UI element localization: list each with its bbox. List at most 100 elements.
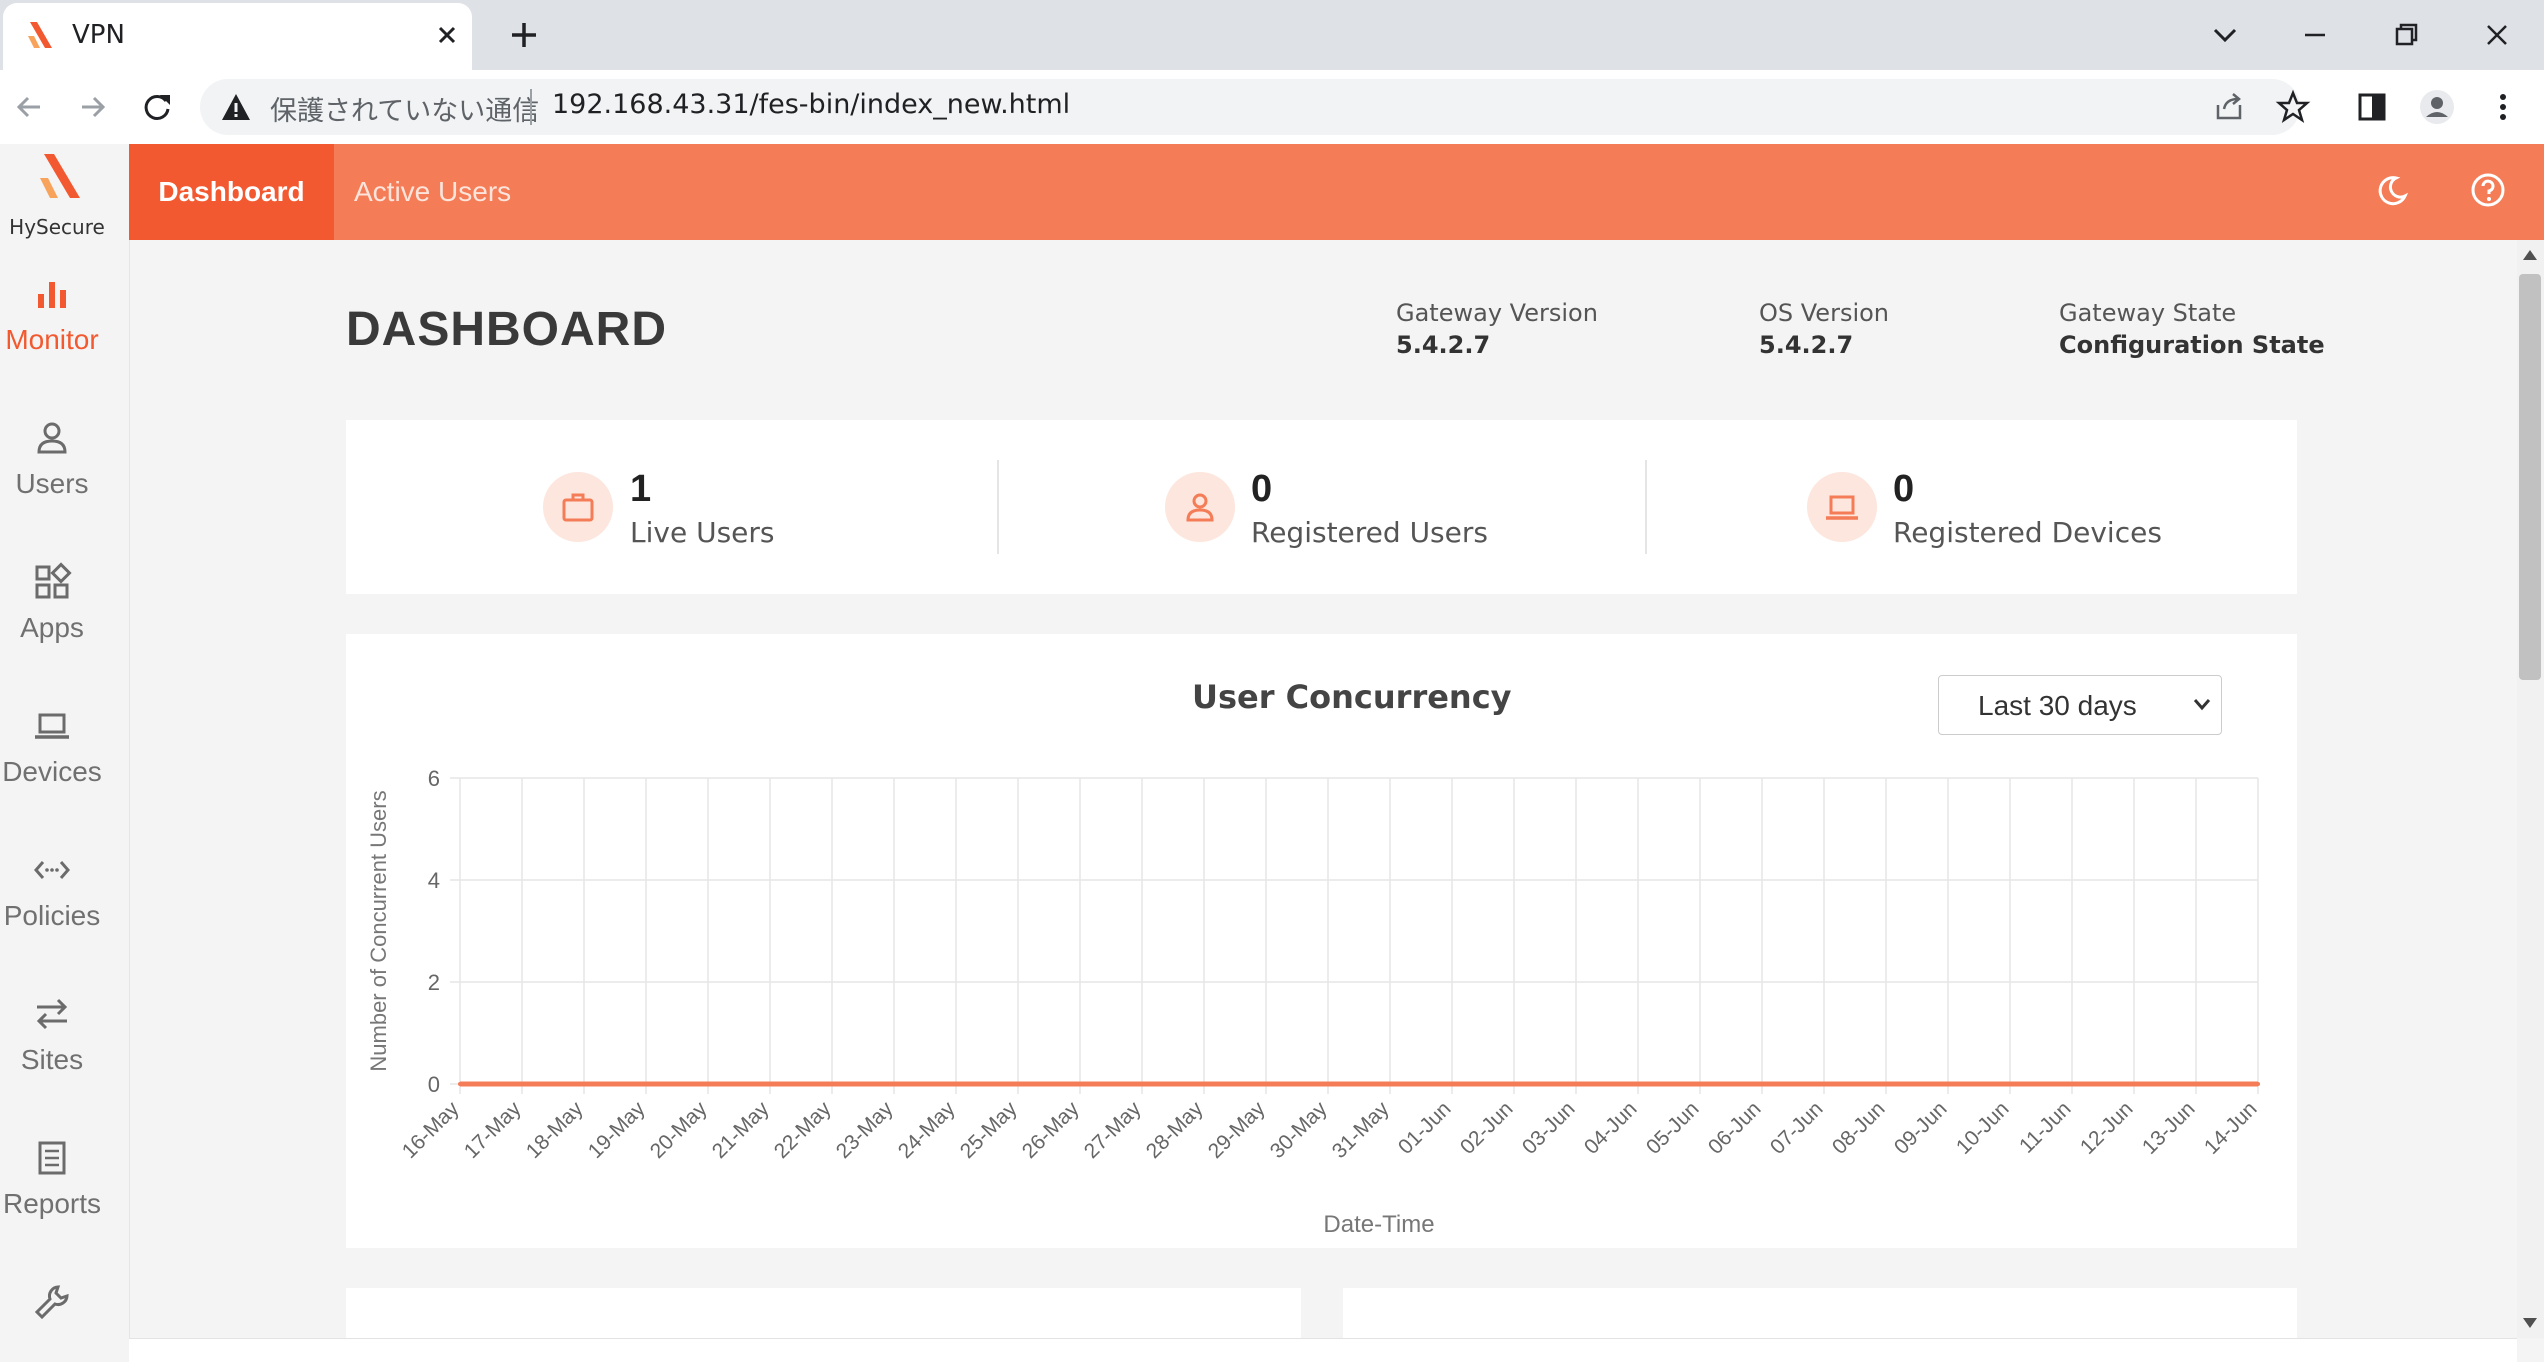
forward-arrow-icon[interactable]: [72, 87, 112, 127]
sidebar-item-label: Monitor: [5, 324, 99, 355]
x-tick-label: 24-May: [894, 1097, 960, 1163]
warning-triangle-icon[interactable]: [220, 91, 252, 123]
sidebar-item-label: Policies: [3, 900, 101, 931]
y-tick-label: 0: [428, 1072, 440, 1097]
policies-arrows-icon: [34, 861, 70, 879]
x-tick-label: 16-May: [398, 1097, 464, 1163]
wrench-icon: [34, 1285, 69, 1320]
x-tick-label: 26-May: [1018, 1097, 1084, 1163]
new-tab-icon[interactable]: [506, 17, 542, 53]
x-tick-label: 03-Jun: [1518, 1097, 1580, 1159]
laptop-icon: [1826, 495, 1858, 520]
scroll-up-arrow-icon[interactable]: [2520, 248, 2540, 262]
tab-active-users[interactable]: Active Users: [354, 144, 554, 240]
reload-icon[interactable]: [137, 87, 177, 127]
data-point: [1140, 1082, 1144, 1086]
sidebar-item-apps[interactable]: Apps: [0, 546, 104, 676]
live-users-label: Live Users: [630, 516, 775, 549]
data-point: [706, 1082, 710, 1086]
data-point: [768, 1082, 772, 1086]
y-axis-title: Number of Concurrent Users: [366, 790, 391, 1071]
x-tick-label: 17-May: [460, 1097, 526, 1163]
chevron-down-icon: [2193, 699, 2211, 711]
stat-icon-badge: [1165, 472, 1235, 542]
data-point: [1636, 1082, 1640, 1086]
x-tick-label: 06-Jun: [1704, 1097, 1766, 1159]
data-point: [892, 1082, 896, 1086]
sidebar-item-tools[interactable]: [0, 1266, 104, 1336]
back-arrow-icon[interactable]: [10, 87, 50, 127]
hysecure-favicon-icon: [28, 22, 52, 48]
live-users-count: 1: [630, 468, 652, 510]
data-point: [954, 1082, 958, 1086]
data-point: [1388, 1082, 1392, 1086]
registered-devices-label: Registered Devices: [1893, 516, 2162, 549]
registered-users-label: Registered Users: [1251, 516, 1488, 549]
lower-right-card: [1343, 1288, 2297, 1338]
lower-left-card: [346, 1288, 1301, 1338]
sidebar-item-policies[interactable]: Policies: [0, 834, 104, 964]
bookmark-star-icon[interactable]: [2273, 87, 2313, 127]
close-tab-icon[interactable]: [432, 20, 462, 50]
x-tick-label: 22-May: [770, 1097, 836, 1163]
restore-icon[interactable]: [2386, 15, 2426, 55]
scroll-down-arrow-icon[interactable]: [2520, 1316, 2540, 1330]
sidebar-item-monitor[interactable]: Monitor: [0, 258, 104, 388]
share-icon[interactable]: [2210, 87, 2250, 127]
x-tick-label: 31-May: [1328, 1097, 1394, 1163]
data-point: [1574, 1082, 1578, 1086]
sidebar-item-label: Devices: [2, 756, 102, 787]
sidebar-item-label: Apps: [20, 612, 84, 643]
chart-title: User Concurrency: [1192, 678, 1512, 716]
gateway-state-value: Configuration State: [2059, 331, 2325, 359]
x-tick-label: 25-May: [956, 1097, 1022, 1163]
registered-devices-count: 0: [1893, 468, 1915, 510]
scrollbar-thumb[interactable]: [2519, 274, 2541, 680]
insecure-connection-label[interactable]: 保護されていない通信: [270, 89, 539, 128]
sidebar-item-devices[interactable]: Devices: [0, 690, 104, 820]
stat-divider: [1645, 460, 1647, 554]
logo-text: HySecure: [9, 215, 105, 239]
tab-search-chevron-icon[interactable]: [2205, 15, 2245, 55]
hysecure-logo-icon[interactable]: [36, 152, 82, 204]
sidebar-item-label: Sites: [20, 1044, 84, 1075]
x-tick-label: 14-Jun: [2200, 1097, 2262, 1159]
laptop-icon: [35, 713, 69, 739]
tab-dashboard[interactable]: Dashboard: [129, 144, 334, 240]
user-icon: [37, 422, 67, 454]
x-tick-label: 01-Jun: [1394, 1097, 1456, 1159]
data-point: [2132, 1082, 2136, 1086]
data-point: [1884, 1082, 1888, 1086]
sidebar-item-reports[interactable]: Reports: [0, 1122, 104, 1252]
data-point: [1512, 1082, 1516, 1086]
data-point: [1698, 1082, 1702, 1086]
data-point: [582, 1082, 586, 1086]
x-tick-label: 02-Jun: [1456, 1097, 1518, 1159]
date-range-select-value[interactable]: Last 30 days: [1978, 690, 2137, 722]
profile-avatar-icon[interactable]: [2417, 87, 2457, 127]
tab-title: VPN: [72, 20, 125, 50]
help-icon[interactable]: [2468, 170, 2508, 210]
apps-grid-icon: [35, 562, 72, 599]
close-window-icon[interactable]: [2477, 15, 2517, 55]
data-point: [1078, 1082, 1082, 1086]
x-tick-label: 27-May: [1080, 1097, 1146, 1163]
side-panel-icon[interactable]: [2352, 87, 2392, 127]
os-version-label: OS Version: [1759, 299, 1890, 327]
sidebar-item-users[interactable]: Users: [0, 402, 104, 532]
moon-icon[interactable]: [2372, 170, 2412, 210]
browser-menu-icon[interactable]: [2483, 87, 2523, 127]
report-icon: [38, 1141, 66, 1175]
registered-users-count: 0: [1251, 468, 1273, 510]
data-point: [520, 1082, 524, 1086]
data-point: [830, 1082, 834, 1086]
sidebar-item-sites[interactable]: Sites: [0, 978, 104, 1108]
minimize-icon[interactable]: [2295, 15, 2335, 55]
address-url[interactable]: 192.168.43.31/fes-bin/index_new.html: [552, 89, 1070, 120]
gateway-version-value: 5.4.2.7: [1396, 331, 1491, 359]
page-bottom-edge: [129, 1338, 2517, 1362]
data-point: [1016, 1082, 1020, 1086]
x-tick-label: 18-May: [522, 1097, 588, 1163]
user-concurrency-chart: 0 2 4 6 16-May17-May18-May19-May20-May21-May…: [366, 766, 2262, 1238]
x-axis-title: Date-Time: [1323, 1211, 1434, 1238]
